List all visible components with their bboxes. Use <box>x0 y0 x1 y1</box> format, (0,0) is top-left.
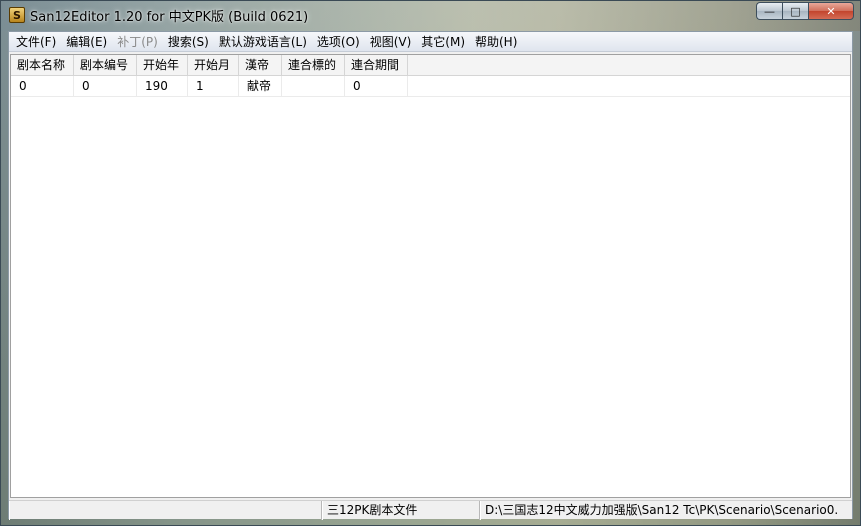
minimize-button[interactable]: — <box>756 2 782 20</box>
table-row[interactable]: 0 0 190 1 献帝 0 <box>11 76 850 97</box>
menu-default-language[interactable]: 默认游戏语言(L) <box>214 33 312 51</box>
column-header-han-emperor[interactable]: 漢帝 <box>239 55 282 76</box>
menu-search[interactable]: 搜索(S) <box>163 33 214 51</box>
column-header-alliance-period[interactable]: 連合期間 <box>345 55 408 76</box>
menu-options[interactable]: 选项(O) <box>312 33 365 51</box>
menu-patch[interactable]: 补丁(P) <box>112 33 163 51</box>
column-header-scenario-number[interactable]: 剧本编号 <box>74 55 137 76</box>
cell-start-year[interactable]: 190 <box>137 76 188 97</box>
window-controls: — □ ✕ <box>756 2 854 20</box>
cell-start-month[interactable]: 1 <box>188 76 239 97</box>
column-header-start-year[interactable]: 开始年 <box>137 55 188 76</box>
app-icon[interactable]: S <box>9 7 25 23</box>
menu-view[interactable]: 视图(V) <box>365 33 417 51</box>
column-header-scenario-name[interactable]: 剧本名称 <box>11 55 74 76</box>
cell-alliance-period[interactable]: 0 <box>345 76 408 97</box>
status-bar: 三12PK剧本文件 D:\三国志12中文威力加强版\San12 Tc\PK\Sc… <box>9 500 852 520</box>
data-grid[interactable]: 剧本名称 剧本编号 开始年 开始月 漢帝 連合標的 連合期間 0 0 190 1… <box>10 54 851 498</box>
cell-scenario-number[interactable]: 0 <box>74 76 137 97</box>
cell-scenario-name[interactable]: 0 <box>11 76 74 97</box>
menu-file[interactable]: 文件(F) <box>11 33 61 51</box>
cell-han-emperor[interactable]: 献帝 <box>239 76 282 97</box>
window-title: San12Editor 1.20 for 中文PK版 (Build 0621) <box>30 10 309 25</box>
client-area: 文件(F) 编辑(E) 补丁(P) 搜索(S) 默认游戏语言(L) 选项(O) … <box>8 31 853 520</box>
menu-help[interactable]: 帮助(H) <box>470 33 522 51</box>
status-panel-file-path: D:\三国志12中文威力加强版\San12 Tc\PK\Scenario\Sce… <box>480 501 852 520</box>
menu-edit[interactable]: 编辑(E) <box>61 33 112 51</box>
app-window: S San12Editor 1.20 for 中文PK版 (Build 0621… <box>0 0 861 526</box>
title-bar[interactable]: S San12Editor 1.20 for 中文PK版 (Build 0621… <box>1 1 860 31</box>
maximize-button[interactable]: □ <box>782 2 808 20</box>
status-panel-main <box>9 501 322 520</box>
close-button[interactable]: ✕ <box>808 2 854 20</box>
menu-bar: 文件(F) 编辑(E) 补丁(P) 搜索(S) 默认游戏语言(L) 选项(O) … <box>9 32 852 52</box>
grid-header: 剧本名称 剧本编号 开始年 开始月 漢帝 連合標的 連合期間 <box>11 55 850 76</box>
column-header-start-month[interactable]: 开始月 <box>188 55 239 76</box>
cell-alliance-target[interactable] <box>282 76 345 97</box>
menu-other[interactable]: 其它(M) <box>416 33 470 51</box>
status-panel-file-type: 三12PK剧本文件 <box>322 501 480 520</box>
column-header-alliance-target[interactable]: 連合標的 <box>282 55 345 76</box>
